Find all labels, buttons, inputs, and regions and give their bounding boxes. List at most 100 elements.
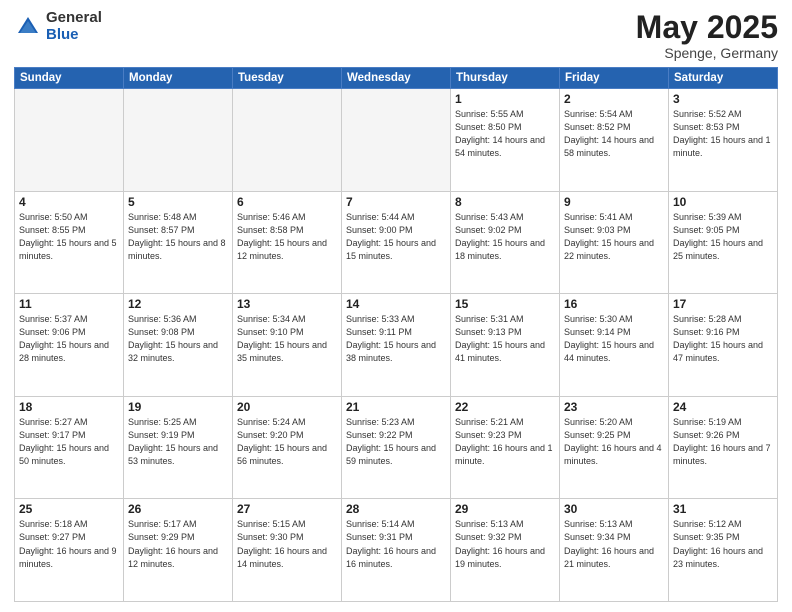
col-tuesday: Tuesday — [233, 68, 342, 89]
day-info: Sunrise: 5:41 AM Sunset: 9:03 PM Dayligh… — [564, 211, 664, 263]
day-info: Sunrise: 5:30 AM Sunset: 9:14 PM Dayligh… — [564, 313, 664, 365]
calendar-cell: 16 Sunrise: 5:30 AM Sunset: 9:14 PM Dayli… — [560, 294, 669, 397]
day-info: Sunrise: 5:17 AM Sunset: 9:29 PM Dayligh… — [128, 518, 228, 570]
calendar-cell: 5 Sunrise: 5:48 AM Sunset: 8:57 PM Daylig… — [124, 191, 233, 294]
day-info: Sunrise: 5:31 AM Sunset: 9:13 PM Dayligh… — [455, 313, 555, 365]
week-row-4: 18 Sunrise: 5:27 AM Sunset: 9:17 PM Dayli… — [15, 396, 778, 499]
calendar-cell: 12 Sunrise: 5:36 AM Sunset: 9:08 PM Dayli… — [124, 294, 233, 397]
day-info: Sunrise: 5:34 AM Sunset: 9:10 PM Dayligh… — [237, 313, 337, 365]
day-number: 20 — [237, 400, 337, 414]
calendar-cell: 29 Sunrise: 5:13 AM Sunset: 9:32 PM Dayli… — [451, 499, 560, 602]
calendar-header-row: Sunday Monday Tuesday Wednesday Thursday… — [15, 68, 778, 89]
day-number: 29 — [455, 502, 555, 516]
logo: General Blue — [14, 10, 102, 43]
calendar-cell: 15 Sunrise: 5:31 AM Sunset: 9:13 PM Dayli… — [451, 294, 560, 397]
day-info: Sunrise: 5:15 AM Sunset: 9:30 PM Dayligh… — [237, 518, 337, 570]
calendar-cell: 24 Sunrise: 5:19 AM Sunset: 9:26 PM Dayli… — [669, 396, 778, 499]
logo-text: General Blue — [46, 10, 102, 43]
day-info: Sunrise: 5:21 AM Sunset: 9:23 PM Dayligh… — [455, 416, 555, 468]
calendar-cell: 20 Sunrise: 5:24 AM Sunset: 9:20 PM Dayli… — [233, 396, 342, 499]
calendar-cell: 2Sunrise: 5:54 AM Sunset: 8:52 PM Daylig… — [560, 89, 669, 192]
calendar-cell: 18 Sunrise: 5:27 AM Sunset: 9:17 PM Dayli… — [15, 396, 124, 499]
day-info: Sunrise: 5:37 AM Sunset: 9:06 PM Dayligh… — [19, 313, 119, 365]
calendar-cell: 1Sunrise: 5:55 AM Sunset: 8:50 PM Daylig… — [451, 89, 560, 192]
day-info: Sunrise: 5:52 AM Sunset: 8:53 PM Dayligh… — [673, 108, 773, 160]
day-info: Sunrise: 5:36 AM Sunset: 9:08 PM Dayligh… — [128, 313, 228, 365]
calendar-cell: 30 Sunrise: 5:13 AM Sunset: 9:34 PM Dayli… — [560, 499, 669, 602]
day-number: 28 — [346, 502, 446, 516]
day-info: Sunrise: 5:24 AM Sunset: 9:20 PM Dayligh… — [237, 416, 337, 468]
day-info: Sunrise: 5:23 AM Sunset: 9:22 PM Dayligh… — [346, 416, 446, 468]
calendar-cell: 22 Sunrise: 5:21 AM Sunset: 9:23 PM Dayli… — [451, 396, 560, 499]
calendar-cell: 31Sunrise: 5:12 AM Sunset: 9:35 PM Dayli… — [669, 499, 778, 602]
col-saturday: Saturday — [669, 68, 778, 89]
title-location: Spenge, Germany — [636, 45, 778, 61]
day-info: Sunrise: 5:18 AM Sunset: 9:27 PM Dayligh… — [19, 518, 119, 570]
day-number: 5 — [128, 195, 228, 209]
week-row-3: 11 Sunrise: 5:37 AM Sunset: 9:06 PM Dayli… — [15, 294, 778, 397]
week-row-2: 4Sunrise: 5:50 AM Sunset: 8:55 PM Daylig… — [15, 191, 778, 294]
header: General Blue May 2025 Spenge, Germany — [14, 10, 778, 61]
day-number: 16 — [564, 297, 664, 311]
day-number: 19 — [128, 400, 228, 414]
day-number: 26 — [128, 502, 228, 516]
day-info: Sunrise: 5:46 AM Sunset: 8:58 PM Dayligh… — [237, 211, 337, 263]
day-number: 7 — [346, 195, 446, 209]
calendar-cell: 4Sunrise: 5:50 AM Sunset: 8:55 PM Daylig… — [15, 191, 124, 294]
calendar-cell: 19 Sunrise: 5:25 AM Sunset: 9:19 PM Dayli… — [124, 396, 233, 499]
calendar-cell: 8Sunrise: 5:43 AM Sunset: 9:02 PM Daylig… — [451, 191, 560, 294]
day-number: 10 — [673, 195, 773, 209]
calendar-table: Sunday Monday Tuesday Wednesday Thursday… — [14, 67, 778, 602]
calendar-cell: 13 Sunrise: 5:34 AM Sunset: 9:10 PM Dayli… — [233, 294, 342, 397]
day-info: Sunrise: 5:13 AM Sunset: 9:32 PM Dayligh… — [455, 518, 555, 570]
day-info: Sunrise: 5:13 AM Sunset: 9:34 PM Dayligh… — [564, 518, 664, 570]
day-number: 8 — [455, 195, 555, 209]
week-row-1: 1Sunrise: 5:55 AM Sunset: 8:50 PM Daylig… — [15, 89, 778, 192]
day-number: 11 — [19, 297, 119, 311]
col-wednesday: Wednesday — [342, 68, 451, 89]
calendar-cell: 25 Sunrise: 5:18 AM Sunset: 9:27 PM Dayli… — [15, 499, 124, 602]
calendar-cell: 6Sunrise: 5:46 AM Sunset: 8:58 PM Daylig… — [233, 191, 342, 294]
day-info: Sunrise: 5:39 AM Sunset: 9:05 PM Dayligh… — [673, 211, 773, 263]
day-number: 13 — [237, 297, 337, 311]
calendar-cell: 11 Sunrise: 5:37 AM Sunset: 9:06 PM Dayli… — [15, 294, 124, 397]
title-block: May 2025 Spenge, Germany — [636, 10, 778, 61]
day-number: 27 — [237, 502, 337, 516]
day-number: 18 — [19, 400, 119, 414]
day-number: 24 — [673, 400, 773, 414]
day-info: Sunrise: 5:25 AM Sunset: 9:19 PM Dayligh… — [128, 416, 228, 468]
col-thursday: Thursday — [451, 68, 560, 89]
calendar-cell: 28 Sunrise: 5:14 AM Sunset: 9:31 PM Dayli… — [342, 499, 451, 602]
calendar-cell: 9 Sunrise: 5:41 AM Sunset: 9:03 PM Daylig… — [560, 191, 669, 294]
col-monday: Monday — [124, 68, 233, 89]
day-number: 3 — [673, 92, 773, 106]
calendar-cell — [342, 89, 451, 192]
page: General Blue May 2025 Spenge, Germany Su… — [0, 0, 792, 612]
day-number: 15 — [455, 297, 555, 311]
day-info: Sunrise: 5:33 AM Sunset: 9:11 PM Dayligh… — [346, 313, 446, 365]
day-number: 22 — [455, 400, 555, 414]
day-number: 9 — [564, 195, 664, 209]
calendar-cell: 10 Sunrise: 5:39 AM Sunset: 9:05 PM Dayli… — [669, 191, 778, 294]
day-number: 2 — [564, 92, 664, 106]
day-number: 14 — [346, 297, 446, 311]
day-info: Sunrise: 5:48 AM Sunset: 8:57 PM Dayligh… — [128, 211, 228, 263]
day-number: 30 — [564, 502, 664, 516]
title-month: May 2025 — [636, 10, 778, 45]
day-info: Sunrise: 5:28 AM Sunset: 9:16 PM Dayligh… — [673, 313, 773, 365]
calendar-cell: 7Sunrise: 5:44 AM Sunset: 9:00 PM Daylig… — [342, 191, 451, 294]
day-number: 12 — [128, 297, 228, 311]
calendar-cell: 26 Sunrise: 5:17 AM Sunset: 9:29 PM Dayli… — [124, 499, 233, 602]
day-number: 31 — [673, 502, 773, 516]
day-info: Sunrise: 5:50 AM Sunset: 8:55 PM Dayligh… — [19, 211, 119, 263]
calendar-cell: 14 Sunrise: 5:33 AM Sunset: 9:11 PM Dayli… — [342, 294, 451, 397]
calendar-cell — [124, 89, 233, 192]
day-number: 25 — [19, 502, 119, 516]
day-info: Sunrise: 5:19 AM Sunset: 9:26 PM Dayligh… — [673, 416, 773, 468]
day-info: Sunrise: 5:14 AM Sunset: 9:31 PM Dayligh… — [346, 518, 446, 570]
day-info: Sunrise: 5:27 AM Sunset: 9:17 PM Dayligh… — [19, 416, 119, 468]
day-info: Sunrise: 5:55 AM Sunset: 8:50 PM Dayligh… — [455, 108, 555, 160]
logo-icon — [14, 13, 42, 41]
calendar-cell — [233, 89, 342, 192]
calendar-cell: 3 Sunrise: 5:52 AM Sunset: 8:53 PM Daylig… — [669, 89, 778, 192]
